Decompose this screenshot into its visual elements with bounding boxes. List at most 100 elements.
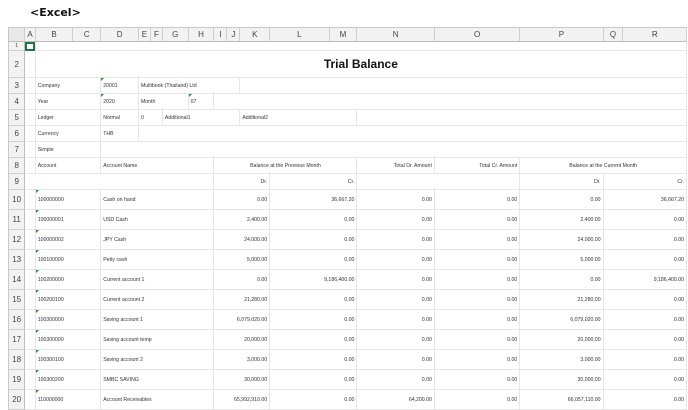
account-name[interactable]: Account Receivables — [100, 389, 215, 410]
company-code[interactable]: 20001 — [100, 77, 139, 94]
total-cr-amount[interactable]: 0.00 — [434, 309, 521, 330]
cur-dr-amount[interactable]: 0.00 — [519, 269, 604, 290]
prev-cr-amount[interactable]: 0.00 — [269, 309, 358, 330]
total-dr-amount[interactable]: 0.00 — [356, 329, 435, 350]
row-header[interactable]: 16 — [9, 309, 26, 330]
account-code[interactable]: 100000001 — [35, 209, 102, 230]
currency-label[interactable]: Currency — [35, 125, 102, 142]
total-dr-amount[interactable]: 0.00 — [356, 269, 435, 290]
cur-dr-amount[interactable]: 20,000.00 — [519, 329, 604, 350]
row-header[interactable]: 10 — [9, 189, 26, 210]
empty-cell[interactable] — [24, 369, 36, 390]
empty-cell[interactable] — [24, 189, 36, 210]
month-value[interactable]: 07 — [188, 93, 215, 110]
header-total-cr[interactable]: Total Cr. Amount — [434, 157, 521, 174]
row-header[interactable]: 4 — [9, 93, 26, 110]
prev-cr-amount[interactable]: 0.00 — [269, 329, 358, 350]
column-header[interactable]: I — [213, 28, 228, 42]
empty-cell[interactable] — [356, 173, 521, 190]
ledger-extra[interactable]: 0 — [138, 109, 163, 126]
row-header[interactable]: 11 — [9, 209, 26, 230]
total-dr-amount[interactable]: 64,200.00 — [356, 389, 435, 410]
total-cr-amount[interactable]: 0.00 — [434, 329, 521, 350]
empty-cell[interactable] — [24, 329, 36, 350]
cur-dr-amount[interactable]: 2,400.00 — [519, 209, 604, 230]
column-header[interactable]: L — [269, 28, 330, 42]
cur-dr-amount[interactable]: 66,057,110.00 — [519, 389, 604, 410]
total-cr-amount[interactable]: 0.00 — [434, 189, 521, 210]
empty-cell[interactable] — [356, 109, 687, 126]
row-header[interactable]: 6 — [9, 125, 26, 142]
row-header[interactable]: 5 — [9, 109, 26, 126]
header-prev-cr[interactable]: Cr. — [269, 173, 358, 190]
cur-cr-amount[interactable]: 0.00 — [603, 389, 687, 410]
cur-dr-amount[interactable]: 6,079,020.00 — [519, 309, 604, 330]
account-name[interactable]: Cash on hand — [100, 189, 215, 210]
row-header[interactable]: 3 — [9, 77, 26, 94]
account-code[interactable]: 100100000 — [35, 249, 102, 270]
total-dr-amount[interactable]: 0.00 — [356, 229, 435, 250]
cur-cr-amount[interactable]: 0.00 — [603, 309, 687, 330]
account-code[interactable]: 100000000 — [35, 189, 102, 210]
cur-dr-amount[interactable]: 30,000.00 — [519, 369, 604, 390]
column-header[interactable]: M — [329, 28, 358, 42]
cur-dr-amount[interactable]: 0.00 — [519, 189, 604, 210]
total-dr-amount[interactable]: 0.00 — [356, 369, 435, 390]
empty-cell[interactable] — [24, 289, 36, 310]
account-name[interactable]: Current account 1 — [100, 269, 215, 290]
prev-cr-amount[interactable]: 36,667.20 — [269, 189, 358, 210]
total-cr-amount[interactable]: 0.00 — [434, 229, 521, 250]
column-header[interactable]: O — [434, 28, 521, 42]
prev-dr-amount[interactable]: 0.00 — [213, 269, 271, 290]
empty-cell[interactable] — [239, 77, 687, 94]
empty-cell[interactable] — [24, 249, 36, 270]
cur-cr-amount[interactable]: 0.00 — [603, 289, 687, 310]
cur-dr-amount[interactable]: 5,000.00 — [519, 249, 604, 270]
header-total-dr[interactable]: Total Dr. Amount — [356, 157, 435, 174]
ledger-label[interactable]: Ledger — [35, 109, 102, 126]
column-header[interactable]: P — [519, 28, 604, 42]
year-value[interactable]: 2020 — [100, 93, 139, 110]
account-name[interactable]: Current account 2 — [100, 289, 215, 310]
header-account-name[interactable]: Account Name — [100, 157, 215, 174]
month-label[interactable]: Month — [138, 93, 189, 110]
total-dr-amount[interactable]: 0.00 — [356, 249, 435, 270]
prev-dr-amount[interactable]: 30,000.00 — [213, 369, 271, 390]
spreadsheet-grid[interactable]: A B C D E F G H I J K L M N O P Q R 1 2 … — [8, 27, 687, 410]
header-cur-dr[interactable]: Dr. — [519, 173, 604, 190]
cur-dr-amount[interactable]: 21,280.00 — [519, 289, 604, 310]
column-header[interactable]: H — [188, 28, 215, 42]
empty-cell[interactable] — [138, 125, 687, 142]
column-header[interactable]: C — [72, 28, 102, 42]
total-cr-amount[interactable]: 0.00 — [434, 209, 521, 230]
empty-cell[interactable] — [24, 349, 36, 370]
prev-cr-amount[interactable]: 0.00 — [269, 249, 358, 270]
prev-cr-amount[interactable]: 0.00 — [269, 209, 358, 230]
prev-dr-amount[interactable]: 20,000.00 — [213, 329, 271, 350]
prev-dr-amount[interactable]: 6,079,020.00 — [213, 309, 271, 330]
row-header[interactable]: 20 — [9, 389, 26, 410]
total-cr-amount[interactable]: 0.00 — [434, 269, 521, 290]
header-previous-month[interactable]: Balance at the Previous Month — [213, 157, 358, 174]
empty-cell[interactable] — [24, 141, 36, 158]
empty-cell[interactable] — [24, 50, 36, 78]
additional2-label[interactable]: Additional2 — [239, 109, 358, 126]
prev-cr-amount[interactable]: 9,186,400.00 — [269, 269, 358, 290]
empty-cell[interactable] — [24, 209, 36, 230]
empty-cell[interactable] — [24, 389, 36, 410]
cur-cr-amount[interactable]: 0.00 — [603, 249, 687, 270]
account-name[interactable]: Saving account temp — [100, 329, 215, 350]
cur-cr-amount[interactable]: 36,667.20 — [603, 189, 687, 210]
account-code[interactable]: 100300000 — [35, 309, 102, 330]
company-name[interactable]: Multibook (Thailand) Ltd — [138, 77, 241, 94]
account-name[interactable]: Saving account 2 — [100, 349, 215, 370]
row-header[interactable]: 8 — [9, 157, 26, 174]
prev-cr-amount[interactable]: 0.00 — [269, 229, 358, 250]
empty-cell[interactable] — [24, 109, 36, 126]
active-cell[interactable] — [24, 41, 36, 51]
account-code[interactable]: 100300100 — [35, 349, 102, 370]
prev-cr-amount[interactable]: 0.00 — [269, 289, 358, 310]
header-prev-dr[interactable]: Dr. — [213, 173, 271, 190]
company-label[interactable]: Company — [35, 77, 102, 94]
column-header[interactable]: N — [356, 28, 435, 42]
